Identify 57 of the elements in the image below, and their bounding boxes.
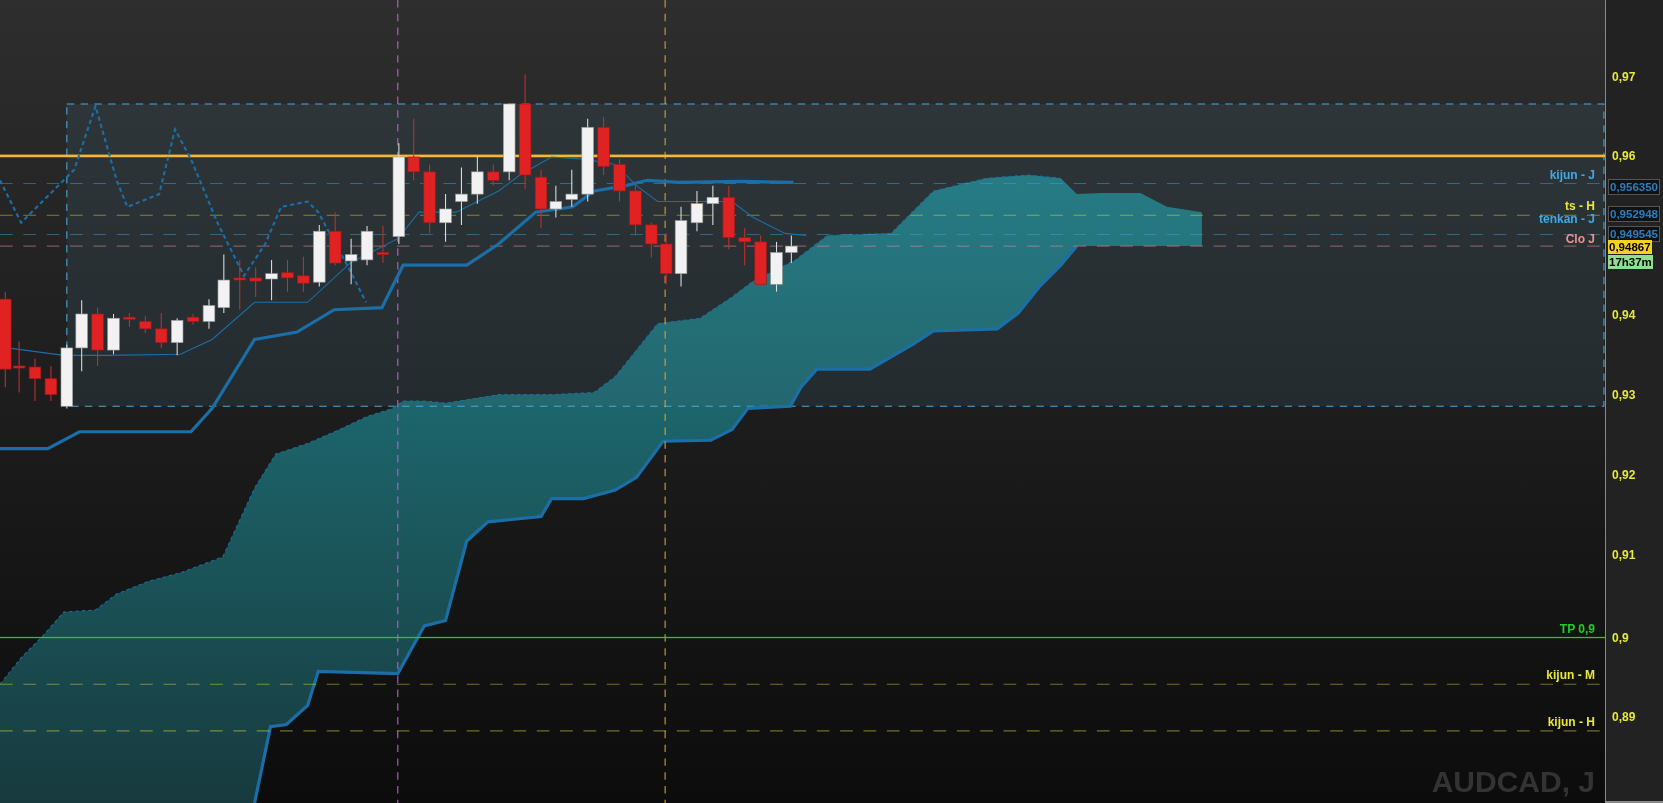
candlestick bbox=[754, 234, 767, 287]
candlestick bbox=[565, 169, 578, 208]
candlestick bbox=[171, 317, 184, 356]
candlestick bbox=[139, 315, 152, 334]
axis-tick-label: 0,92 bbox=[1612, 468, 1636, 483]
axis-tick-label: 0,91 bbox=[1612, 547, 1636, 562]
candlestick bbox=[785, 234, 798, 264]
candlestick bbox=[423, 163, 436, 234]
candlestick bbox=[249, 266, 262, 298]
candlestick bbox=[360, 225, 374, 266]
candlestick bbox=[690, 190, 704, 232]
candlestick bbox=[455, 167, 468, 226]
line-label: kijun - J bbox=[1549, 168, 1595, 182]
price-tag: 0,952948 bbox=[1608, 206, 1660, 222]
line-label: TP 0,9 bbox=[1559, 622, 1595, 636]
line-label: ts - H bbox=[1565, 200, 1595, 214]
candlestick bbox=[297, 256, 310, 293]
axis-tick-label: 0,89 bbox=[1612, 710, 1636, 725]
candlestick bbox=[107, 313, 120, 355]
candlestick bbox=[597, 116, 610, 176]
current-price-tag: 0,94867 bbox=[1608, 240, 1652, 254]
axis-tick-label: 0,9 bbox=[1612, 630, 1629, 645]
line-label: kijun - H bbox=[1547, 715, 1595, 729]
axis-tick-label: 0,97 bbox=[1612, 70, 1636, 85]
axis-tick-label: 0,96 bbox=[1612, 148, 1636, 163]
candlestick bbox=[613, 158, 626, 203]
candlestick bbox=[233, 259, 246, 311]
candlestick bbox=[770, 241, 783, 293]
candlestick bbox=[44, 365, 58, 402]
candlestick bbox=[376, 225, 390, 264]
line-label: Clo J bbox=[1565, 233, 1595, 247]
countdown-tag: 17h37m bbox=[1608, 255, 1653, 269]
candlestick bbox=[722, 185, 735, 250]
candlestick bbox=[265, 259, 278, 301]
axis-tick-label: 0,93 bbox=[1612, 387, 1636, 402]
candlestick bbox=[313, 224, 326, 287]
candlestick bbox=[28, 358, 42, 402]
candlestick bbox=[344, 238, 358, 285]
axis-tick-label: 0,94 bbox=[1612, 308, 1636, 323]
candlestick bbox=[706, 185, 720, 226]
line-label: tenkan - J bbox=[1539, 213, 1595, 227]
candlestick bbox=[487, 163, 500, 187]
candlestick bbox=[629, 181, 642, 236]
price-tag: 0,956350 bbox=[1608, 179, 1660, 195]
line-label: kijun - M bbox=[1546, 669, 1595, 683]
candlestick bbox=[645, 222, 658, 259]
candlestick bbox=[155, 312, 168, 349]
candlestick bbox=[123, 312, 136, 328]
candlestick bbox=[439, 193, 452, 243]
candlestick bbox=[281, 259, 294, 293]
candlestick bbox=[329, 211, 342, 266]
candlestick bbox=[407, 118, 420, 181]
candlestick bbox=[186, 313, 200, 326]
candlestick bbox=[738, 227, 751, 266]
candlestick bbox=[60, 344, 73, 409]
candlestick bbox=[91, 307, 104, 367]
candlestick bbox=[471, 155, 484, 205]
